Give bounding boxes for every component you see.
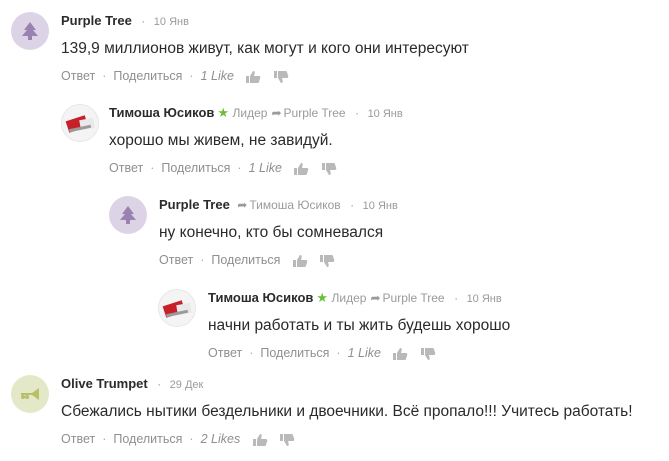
meta-separator: · xyxy=(157,377,162,391)
tree-icon xyxy=(22,22,38,40)
reply-arrow-icon: ➦ xyxy=(271,106,282,120)
comment-text: начни работать и ты жить будешь хорошо xyxy=(208,317,511,334)
action-separator: · xyxy=(336,346,341,360)
reply-to-author[interactable]: Purple Tree xyxy=(284,106,346,120)
action-separator: · xyxy=(189,69,194,83)
comment-date[interactable]: 29 Дек xyxy=(170,379,204,391)
comment-date[interactable]: 10 Янв xyxy=(154,16,189,28)
action-separator: · xyxy=(189,432,194,446)
star-icon: ★ xyxy=(316,290,329,305)
comment-date[interactable]: 10 Янв xyxy=(363,200,398,212)
share-button[interactable]: Поделиться xyxy=(211,253,280,267)
reply-arrow-icon: ➦ xyxy=(237,198,248,212)
action-separator: · xyxy=(102,69,107,83)
likes-count[interactable]: 1 Like xyxy=(249,161,282,175)
share-button[interactable]: Поделиться xyxy=(161,161,230,175)
star-icon: ★ xyxy=(217,105,230,120)
avatar[interactable] xyxy=(11,12,49,50)
reply-button[interactable]: Ответ xyxy=(159,253,193,267)
meta-separator: · xyxy=(355,106,360,120)
tree-icon xyxy=(120,206,136,224)
author-name[interactable]: Тимоша Юсиков xyxy=(109,105,214,120)
avatar[interactable] xyxy=(109,196,147,234)
author-name[interactable]: Purple Tree xyxy=(159,197,230,212)
trumpet-icon xyxy=(21,388,39,400)
action-separator: · xyxy=(249,346,254,360)
reply-to-author[interactable]: Тимоша Юсиков xyxy=(249,198,340,212)
thumbs-up-icon[interactable] xyxy=(293,162,309,176)
avatar[interactable] xyxy=(158,289,196,327)
thumbs-up-icon[interactable] xyxy=(392,347,408,361)
thumbs-up-icon[interactable] xyxy=(245,70,261,84)
meta-separator: · xyxy=(350,198,355,212)
author-name[interactable]: Тимоша Юсиков xyxy=(208,290,313,305)
comment-text: хорошо мы живем, не завидуй. xyxy=(109,132,333,149)
role-badge: Лидер xyxy=(232,106,268,120)
action-separator: · xyxy=(102,432,107,446)
thumbs-up-icon[interactable] xyxy=(292,254,308,268)
reply-button[interactable]: Ответ xyxy=(208,346,242,360)
comment-text: 139,9 миллионов живут, как могут и кого … xyxy=(61,40,469,57)
likes-count[interactable]: 2 Likes xyxy=(201,432,241,446)
comment-text: Сбежались нытики бездельники и двоечники… xyxy=(61,403,633,420)
meta-separator: · xyxy=(454,291,459,305)
likes-count[interactable]: 1 Like xyxy=(348,346,381,360)
action-separator: · xyxy=(237,161,242,175)
avatar[interactable] xyxy=(11,375,49,413)
share-button[interactable]: Поделиться xyxy=(260,346,329,360)
comment-text: ну конечно, кто бы сомневался xyxy=(159,224,384,241)
comment-date[interactable]: 10 Янв xyxy=(368,108,403,120)
thumbs-down-icon[interactable] xyxy=(273,70,289,84)
reply-button[interactable]: Ответ xyxy=(109,161,143,175)
share-button[interactable]: Поделиться xyxy=(113,432,182,446)
reply-button[interactable]: Ответ xyxy=(61,432,95,446)
author-name[interactable]: Olive Trumpet xyxy=(61,376,148,391)
thumbs-down-icon[interactable] xyxy=(279,433,295,447)
reply-arrow-icon: ➦ xyxy=(370,291,381,305)
photo-avatar-icon xyxy=(159,290,195,326)
photo-avatar-icon xyxy=(62,105,98,141)
role-badge: Лидер xyxy=(331,291,367,305)
comment-date[interactable]: 10 Янв xyxy=(467,293,502,305)
meta-separator: · xyxy=(141,14,146,28)
likes-count[interactable]: 1 Like xyxy=(201,69,234,83)
thumbs-down-icon[interactable] xyxy=(319,254,335,268)
thumbs-up-icon[interactable] xyxy=(252,433,268,447)
thumbs-down-icon[interactable] xyxy=(420,347,436,361)
avatar[interactable] xyxy=(61,104,99,142)
thumbs-down-icon[interactable] xyxy=(321,162,337,176)
reply-button[interactable]: Ответ xyxy=(61,69,95,83)
share-button[interactable]: Поделиться xyxy=(113,69,182,83)
author-name[interactable]: Purple Tree xyxy=(61,13,132,28)
action-separator: · xyxy=(150,161,155,175)
reply-to-author[interactable]: Purple Tree xyxy=(383,291,445,305)
action-separator: · xyxy=(200,253,205,267)
